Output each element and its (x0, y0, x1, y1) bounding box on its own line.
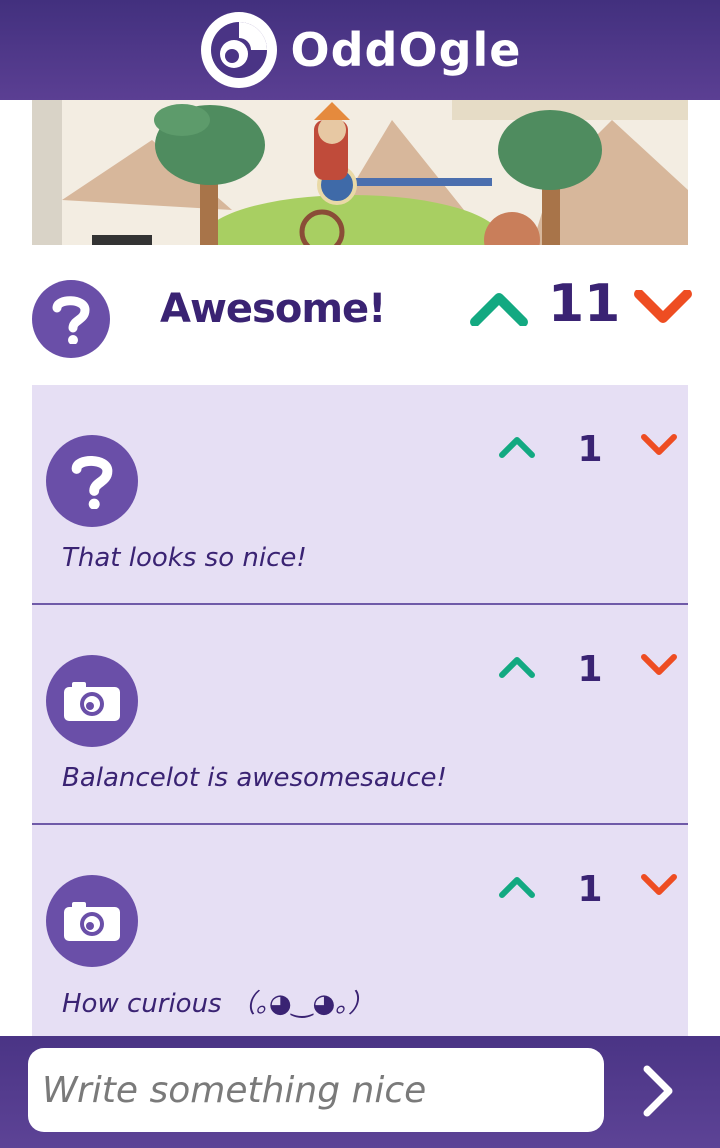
comment-avatar[interactable] (46, 875, 138, 967)
compose-bar (0, 1036, 720, 1148)
eye-logo-icon (200, 12, 277, 88)
comment-vote-count: 1 (577, 649, 603, 690)
send-button[interactable] (628, 1058, 690, 1124)
post-title: Awesome! (160, 286, 386, 332)
upvote-icon[interactable] (498, 653, 536, 679)
app-name: OddOgle (290, 23, 522, 77)
comment-item: 1 That looks so nice! (32, 385, 688, 605)
app-header: OddOgle (0, 0, 720, 100)
question-icon (71, 455, 113, 509)
brand[interactable]: OddOgle (199, 10, 522, 90)
downvote-icon[interactable] (640, 653, 678, 679)
camera-icon (64, 682, 120, 721)
upvote-icon[interactable] (498, 873, 536, 899)
comment-avatar[interactable] (46, 655, 138, 747)
comment-item: 1 Balancelot is awesomesauce! (32, 605, 688, 825)
comment-text: How curious （｡◕‿◕｡） (62, 989, 375, 1019)
upvote-icon[interactable] (470, 290, 528, 326)
comment-vote-count: 1 (577, 869, 603, 910)
downvote-icon[interactable] (640, 873, 678, 899)
comment-avatar[interactable] (46, 435, 138, 527)
comment-text: Balancelot is awesomesauce! (62, 763, 447, 793)
post-avatar[interactable] (32, 280, 110, 358)
downvote-icon[interactable] (634, 290, 692, 326)
chevron-right-icon (643, 1065, 673, 1117)
comment-input[interactable] (28, 1048, 604, 1132)
comments-list[interactable]: 1 That looks so nice! 1 Balancelot is aw… (32, 385, 688, 1045)
downvote-icon[interactable] (640, 433, 678, 459)
jousting-illustration (32, 100, 688, 245)
post-summary: Awesome! 11 (0, 250, 720, 380)
question-icon (52, 296, 90, 344)
comment-vote-count: 1 (577, 429, 603, 470)
comment-text: That looks so nice! (62, 543, 307, 573)
upvote-icon[interactable] (498, 433, 536, 459)
post-vote-count: 11 (548, 274, 621, 334)
post-image[interactable] (32, 100, 688, 245)
camera-icon (64, 902, 120, 941)
comment-item: 1 How curious （｡◕‿◕｡） (32, 825, 688, 1045)
